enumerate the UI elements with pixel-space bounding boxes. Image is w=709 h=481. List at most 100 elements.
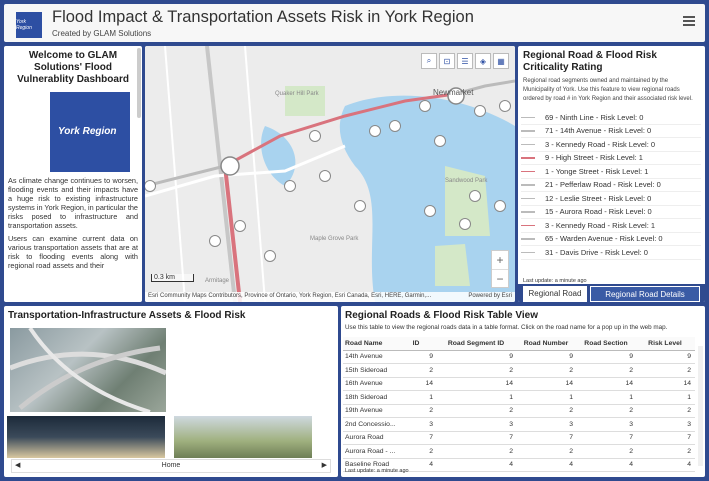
powered-by-esri[interactable]: Powered by Esri <box>468 293 512 299</box>
map-label-newmarket: Newmarket <box>433 88 474 97</box>
road-list: 69 - Ninth Line - Risk Level: 0 71 - 14t… <box>521 111 701 260</box>
risk-line-symbol <box>521 170 535 172</box>
york-region-logo-large: York Region <box>50 92 130 172</box>
list-item[interactable]: 31 - Davis Drive - Risk Level: 0 <box>521 246 701 260</box>
table-row[interactable]: 14th Avenue 9 9 9 9 9 <box>343 351 695 364</box>
table-cell: 4 <box>687 461 691 469</box>
table-row[interactable]: 16th Avenue 14 14 14 14 14 <box>343 378 695 391</box>
list-item[interactable]: 71 - 14th Avenue - Risk Level: 0 <box>521 125 701 138</box>
list-item[interactable]: 21 - Pefferlaw Road - Risk Level: 0 <box>521 179 701 192</box>
risk-line-symbol <box>521 251 535 253</box>
table-cell: 14 <box>505 380 513 388</box>
risk-line-symbol <box>521 224 535 226</box>
column-header[interactable]: Road Section <box>579 340 639 347</box>
risk-line-symbol <box>521 130 535 132</box>
column-header[interactable]: Road Number <box>519 340 579 347</box>
table-row[interactable]: 19th Avenue 2 2 2 2 2 <box>343 405 695 418</box>
map-label-armitage: Armitage <box>205 278 230 284</box>
legend-icon[interactable]: ☰ <box>457 53 473 69</box>
table-cell: 14 <box>683 380 691 388</box>
basemap-gallery-icon[interactable]: ▦ <box>493 53 509 69</box>
table-cell: 4 <box>629 461 633 469</box>
column-header[interactable]: Road Segment ID <box>439 340 519 347</box>
table-cell: 2 <box>569 447 573 455</box>
table-cell: 3 <box>509 420 513 428</box>
map-label-quaker-hill: Quaker Hill Park <box>275 91 319 97</box>
table-cell: 2 <box>429 447 433 455</box>
table-cell: 2 <box>429 407 433 415</box>
table-cell: 4 <box>509 461 513 469</box>
table-cell: 2 <box>687 447 691 455</box>
zoom-in-button[interactable]: + <box>492 251 508 269</box>
road-name-cell[interactable]: 15th Sideroad <box>343 367 399 374</box>
search-icon[interactable]: ⌕ <box>421 53 437 69</box>
road-name-cell[interactable]: 19th Avenue <box>343 407 399 414</box>
column-header[interactable]: Road Name <box>343 340 399 347</box>
list-item[interactable]: 12 - Leslie Street - Risk Level: 0 <box>521 192 701 206</box>
road-name-cell[interactable]: Aurora Road - ... <box>343 448 399 455</box>
prev-arrow-icon[interactable]: ◀ <box>15 460 20 472</box>
column-header[interactable]: Risk Level <box>639 340 695 347</box>
road-name-cell[interactable]: Aurora Road <box>343 434 399 441</box>
zoom-control: + − <box>491 250 509 288</box>
list-item[interactable]: 3 - Kennedy Road - Risk Level: 1 <box>521 219 701 233</box>
map-toolbar: ⌕ ⊡ ☰ ◈ ▦ <box>421 53 509 69</box>
highway-interchange-image[interactable] <box>9 326 168 414</box>
table-row[interactable]: 15th Sideroad 2 2 2 2 2 <box>343 364 695 378</box>
table-cell: 1 <box>629 393 633 401</box>
table-scrollbar[interactable] <box>698 346 703 466</box>
risk-line-symbol <box>521 238 535 240</box>
table-cell: 3 <box>569 420 573 428</box>
road-name-cell[interactable]: 16th Avenue <box>343 380 399 387</box>
table-cell: 2 <box>629 366 633 374</box>
tab-regional-road-details[interactable]: Regional Road Details <box>590 286 700 302</box>
carousel-label[interactable]: Home <box>162 462 181 469</box>
table-cell: 1 <box>429 393 433 401</box>
list-item[interactable]: 3 - Kennedy Road - Risk Level: 0 <box>521 138 701 152</box>
list-item[interactable]: 65 - Warden Avenue - Risk Level: 0 <box>521 233 701 246</box>
transit-station-image[interactable] <box>7 416 165 458</box>
table-last-update: Last update: a minute ago <box>345 468 409 474</box>
list-item[interactable]: 9 - High Street - Risk Level: 1 <box>521 152 701 165</box>
intro-title: Welcome to GLAM Solutions' Flood Vulnera… <box>17 50 129 85</box>
app-title: Flood Impact & Transportation Assets Ris… <box>52 8 474 26</box>
table-row[interactable]: 18th Sideroad 1 1 1 1 1 <box>343 391 695 405</box>
york-region-logo: York Region <box>16 12 42 38</box>
intro-paragraph-1: As climate change continues to worsen, f… <box>8 176 138 230</box>
table-cell: 7 <box>687 434 691 442</box>
list-item[interactable]: 69 - Ninth Line - Risk Level: 0 <box>521 111 701 125</box>
table-row[interactable]: Aurora Road - ... 2 2 2 2 2 <box>343 445 695 459</box>
table-cell: 1 <box>509 393 513 401</box>
table-cell: 9 <box>629 353 633 361</box>
table-cell: 1 <box>569 393 573 401</box>
risk-line-symbol <box>521 116 535 118</box>
table-cell: 2 <box>509 366 513 374</box>
table-row[interactable]: Aurora Road 7 7 7 7 7 <box>343 432 695 445</box>
table-cell: 2 <box>569 407 573 415</box>
map-canvas <box>145 46 515 302</box>
next-arrow-icon[interactable]: ▶ <box>322 460 327 472</box>
tab-regional-road[interactable]: Regional Road <box>523 286 587 302</box>
layers-icon[interactable]: ◈ <box>475 53 491 69</box>
list-item[interactable]: 1 - Yonge Street - Risk Level: 1 <box>521 165 701 179</box>
road-name-cell[interactable]: 14th Avenue <box>343 353 399 360</box>
table-cell: 14 <box>425 380 433 388</box>
zoom-out-button[interactable]: − <box>492 269 508 287</box>
map-label-sandwood: Sandwood Park <box>445 178 488 184</box>
web-map[interactable]: Newmarket Armitage Quaker Hill Park Sand… <box>145 46 515 302</box>
road-name-cell[interactable]: 2nd Concessio... <box>343 421 399 428</box>
intro-panel: Welcome to GLAM Solutions' Flood Vulnera… <box>4 46 142 302</box>
intro-scrollbar[interactable] <box>137 48 141 118</box>
list-item[interactable]: 15 - Aurora Road - Risk Level: 0 <box>521 206 701 219</box>
column-header[interactable]: ID <box>399 340 439 347</box>
bookmark-icon[interactable]: ⊡ <box>439 53 455 69</box>
road-name-cell[interactable]: 18th Sideroad <box>343 394 399 401</box>
risk-line-symbol <box>521 143 535 145</box>
risk-line-symbol <box>521 157 535 159</box>
table-cell: 2 <box>687 366 691 374</box>
carousel-nav: ◀ Home ▶ <box>11 459 331 473</box>
table-row[interactable]: 2nd Concessio... 3 3 3 3 3 <box>343 418 695 432</box>
app-subtitle: Created by GLAM Solutions <box>52 29 152 38</box>
park-facility-image[interactable] <box>174 416 312 458</box>
hamburger-icon[interactable] <box>683 16 695 28</box>
